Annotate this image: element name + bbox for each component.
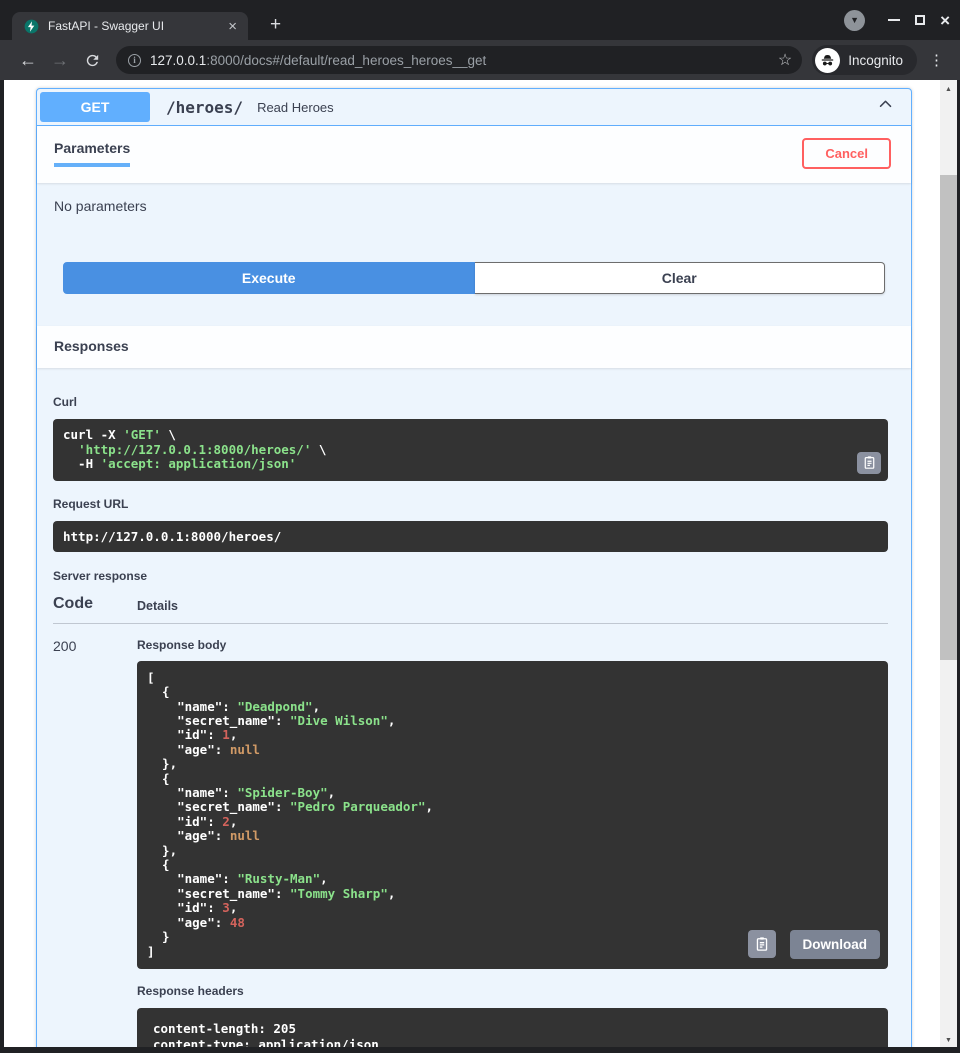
response-body-block: [ { "name": "Deadpond", "secret_name": "… (137, 661, 888, 969)
endpoint-description: Read Heroes (257, 100, 874, 115)
tab-title: FastAPI - Swagger UI (48, 19, 225, 33)
response-headers-block: content-length: 205 content-type: applic… (137, 1008, 888, 1047)
browser-menu-icon[interactable]: ⋮ (923, 51, 950, 69)
scroll-down-icon[interactable]: ▼ (940, 1033, 957, 1047)
copy-response-icon[interactable] (748, 930, 776, 958)
response-table-header: Code Details (53, 595, 888, 624)
site-info-icon[interactable]: i (128, 54, 141, 67)
browser-tab[interactable]: FastAPI - Swagger UI × (12, 12, 248, 40)
tab-search-icon[interactable]: ▼ (844, 10, 865, 31)
parameters-header: Parameters Cancel (37, 126, 911, 183)
window-controls: ▼ × (844, 0, 960, 40)
response-body-actions: Download (748, 930, 881, 959)
responses-header: Responses (37, 326, 911, 368)
reload-glyph (84, 52, 101, 69)
code-column-header: Code (53, 595, 137, 613)
maximize-button[interactable] (915, 15, 925, 25)
response-body-label: Response body (137, 638, 888, 652)
tab-parameters[interactable]: Parameters (54, 140, 130, 167)
fastapi-favicon-icon (24, 19, 39, 34)
response-json: [ { "name": "Deadpond", "secret_name": "… (147, 670, 433, 959)
incognito-icon (815, 48, 840, 73)
endpoint-summary[interactable]: GET /heroes/ Read Heroes (37, 89, 911, 126)
opblock-get-heroes: GET /heroes/ Read Heroes Parameters Canc… (36, 88, 912, 1047)
page-content: GET /heroes/ Read Heroes Parameters Canc… (4, 80, 957, 1047)
response-details: Response body [ { "name": "Deadpond", "s… (137, 638, 888, 1047)
tab-close-icon[interactable]: × (225, 18, 240, 35)
curl-label: Curl (53, 395, 888, 409)
page-scrollbar[interactable]: ▲ ▼ (940, 80, 957, 1047)
responses-title: Responses (54, 338, 129, 354)
execute-button[interactable]: Execute (63, 262, 475, 294)
forward-icon[interactable]: → (46, 46, 74, 74)
curl-command: curl -X 'GET' \ 'http://127.0.0.1:8000/h… (53, 419, 888, 481)
download-button[interactable]: Download (790, 930, 881, 959)
window-close-button[interactable]: × (940, 12, 950, 29)
response-headers-label: Response headers (137, 984, 888, 998)
browser-window: FastAPI - Swagger UI × + ▼ × ← → i 127.0… (0, 0, 960, 1053)
minimize-button[interactable] (888, 19, 900, 21)
request-url-label: Request URL (53, 497, 888, 511)
url-path: :8000/docs#/default/read_heroes_heroes__… (206, 53, 486, 68)
back-icon[interactable]: ← (14, 46, 42, 74)
execute-row: Execute Clear (63, 262, 885, 294)
no-parameters-text: No parameters (54, 198, 894, 214)
bookmark-star-icon[interactable]: ☆ (778, 50, 792, 70)
new-tab-button[interactable]: + (264, 14, 287, 36)
server-response-label: Server response (53, 569, 888, 583)
copy-curl-icon[interactable] (857, 452, 881, 474)
browser-toolbar: ← → i 127.0.0.1:8000/docs#/default/read_… (0, 40, 960, 80)
details-column-header: Details (137, 599, 888, 613)
method-badge: GET (40, 92, 150, 122)
reload-icon[interactable] (78, 46, 106, 74)
scroll-up-icon[interactable]: ▲ (940, 82, 957, 96)
status-code: 200 (53, 638, 137, 1047)
endpoint-path: /heroes/ (166, 98, 243, 117)
cancel-button[interactable]: Cancel (802, 138, 891, 169)
incognito-badge: Incognito (812, 45, 917, 75)
tab-strip: FastAPI - Swagger UI × + ▼ × (0, 0, 960, 40)
url-host: 127.0.0.1 (150, 53, 206, 68)
collapse-chevron-icon[interactable] (874, 95, 897, 119)
responses-body: Curl curl -X 'GET' \ 'http://127.0.0.1:8… (37, 368, 911, 1047)
request-url-value: http://127.0.0.1:8000/heroes/ (53, 521, 888, 552)
url-bar[interactable]: i 127.0.0.1:8000/docs#/default/read_hero… (116, 46, 802, 74)
server-response-table: Code Details 200 Response body [ { "name… (53, 595, 888, 1047)
clear-button[interactable]: Clear (475, 262, 886, 294)
url-text: 127.0.0.1:8000/docs#/default/read_heroes… (150, 53, 770, 68)
scrollbar-thumb[interactable] (940, 175, 957, 660)
response-row: 200 Response body [ { "name": "Deadpond"… (53, 624, 888, 1047)
parameters-body: No parameters Execute Clear (37, 183, 911, 326)
response-headers-text: content-length: 205 content-type: applic… (153, 1021, 409, 1047)
curl-code: curl -X 'GET' \ 'http://127.0.0.1:8000/h… (63, 427, 326, 471)
incognito-label: Incognito (848, 53, 903, 68)
swagger-page: GET /heroes/ Read Heroes Parameters Canc… (4, 80, 940, 1047)
